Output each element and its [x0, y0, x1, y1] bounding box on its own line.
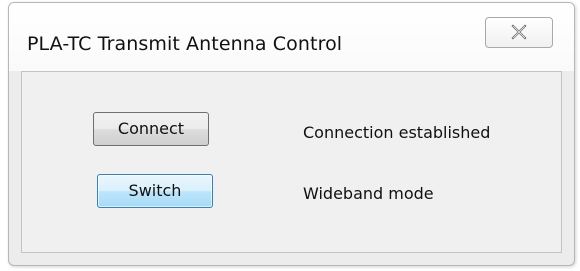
- title-bar[interactable]: PLA-TC Transmit Antenna Control: [9, 3, 574, 71]
- content-panel: Connect Connection established Switch Wi…: [21, 71, 562, 253]
- dialog-window: PLA-TC Transmit Antenna Control Connect …: [8, 2, 575, 266]
- switch-button[interactable]: Switch: [97, 174, 213, 208]
- close-icon: [511, 24, 527, 40]
- connect-button[interactable]: Connect: [93, 112, 209, 146]
- mode-status-label: Wideband mode: [303, 184, 434, 203]
- close-button[interactable]: [485, 17, 553, 48]
- window-title: PLA-TC Transmit Antenna Control: [27, 33, 343, 55]
- connection-status-label: Connection established: [303, 123, 491, 142]
